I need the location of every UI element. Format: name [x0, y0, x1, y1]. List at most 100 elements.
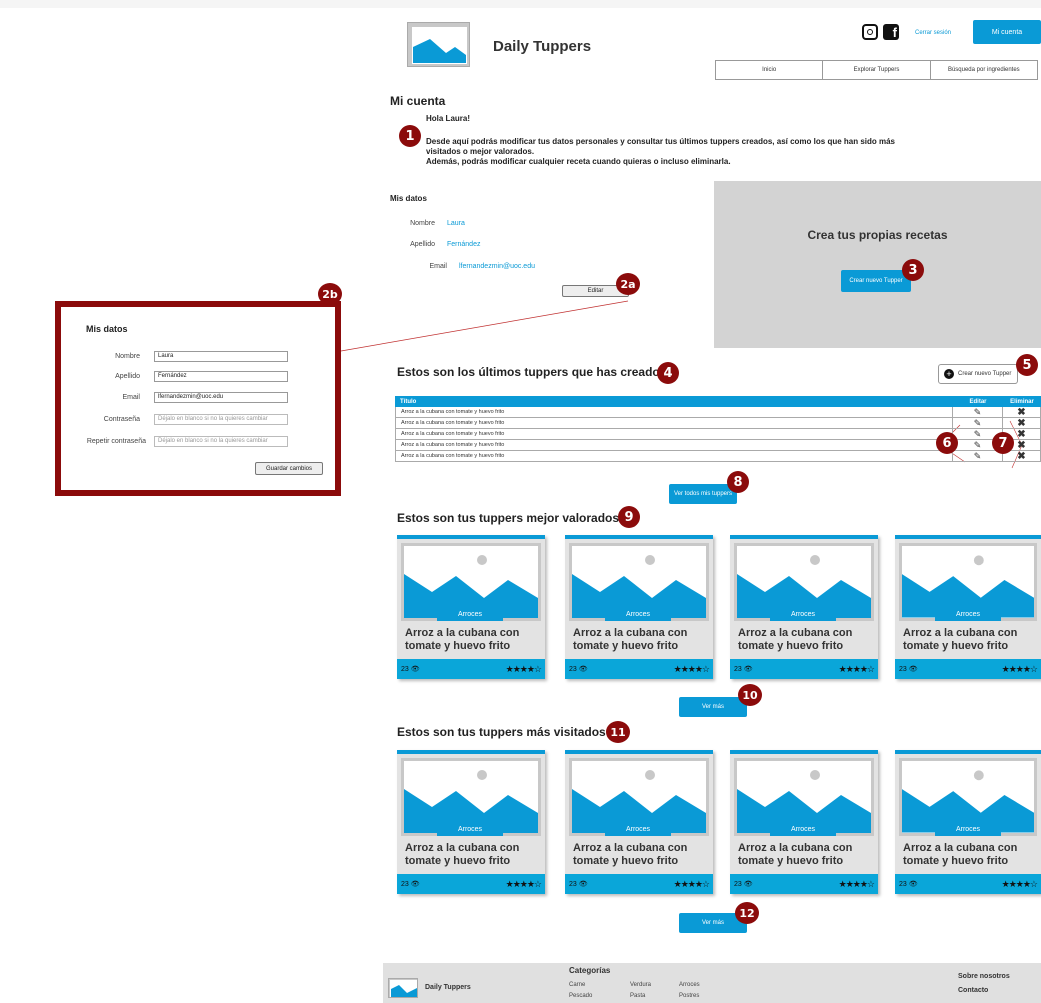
create-tupper-label: Crear nuevo Tupper [958, 371, 1012, 377]
rating-stars: ★★★★☆ [505, 663, 542, 674]
recipe-title[interactable]: Arroz a la cubana con tomate y huevo fri… [573, 627, 711, 653]
delete-icon[interactable]: ✖ [1002, 418, 1040, 429]
col-edit: Editar [969, 398, 987, 405]
footer-cat-arroces[interactable]: Arroces [679, 982, 700, 988]
rating-stars: ★★★★☆ [673, 878, 710, 889]
repeat-password-input[interactable]: Déjalo en blanco si no la quieres cambia… [154, 435, 288, 447]
card-footer: 23 👁 ★★★★☆ [895, 874, 1041, 894]
recipe-card[interactable]: Arroces Arroz a la cubana con tomate y h… [565, 535, 713, 679]
email-input[interactable]: lfernandezmin@uoc.edu [154, 391, 288, 403]
category-badge[interactable]: Arroces [770, 822, 836, 836]
footer-logo[interactable] [388, 978, 418, 998]
rating-stars: ★★★★☆ [838, 878, 875, 889]
edit-row-apellido: Apellido Fernández [61, 370, 335, 382]
recipe-card[interactable]: Arroces Arroz a la cubana con tomate y h… [895, 750, 1041, 894]
edit-row-password: Contraseña Déjalo en blanco si no la qui… [61, 413, 335, 425]
most-visited-section-title: Estos son tus tuppers más visitados [397, 725, 606, 739]
recipe-title[interactable]: Arroz a la cubana con tomate y huevo fri… [903, 627, 1041, 653]
recipe-title[interactable]: Arroz a la cubana con tomate y huevo fri… [405, 627, 543, 653]
row-title[interactable]: Arroz a la cubana con tomate y huevo fri… [396, 418, 952, 428]
edit-field-label: Apellido [115, 372, 140, 380]
category-badge[interactable]: Arroces [437, 607, 503, 621]
name-input[interactable]: Laura [154, 350, 288, 362]
edit-icon[interactable]: ✎ [952, 451, 1002, 461]
eye-icon: 👁 [410, 881, 420, 888]
edit-field-label: Repetir contraseña [86, 437, 146, 445]
card-footer: 23 👁 ★★★★☆ [397, 874, 545, 894]
edit-row-email: Email lfernandezmin@uoc.edu [61, 391, 335, 403]
eye-icon: 👁 [743, 881, 753, 888]
annotation-badge-7: 7 [992, 432, 1014, 454]
card-footer: 23 👁 ★★★★☆ [397, 659, 545, 679]
table-header: Título Editar Eliminar [395, 396, 1041, 407]
save-changes-button[interactable]: Guardar cambios [255, 462, 323, 475]
category-badge[interactable]: Arroces [605, 607, 671, 621]
recipe-title[interactable]: Arroz a la cubana con tomate y huevo fri… [903, 842, 1041, 868]
views-count: 23 👁 [734, 666, 753, 673]
row-title[interactable]: Arroz a la cubana con tomate y huevo fri… [396, 440, 952, 450]
footer-cat-postres[interactable]: Postres [679, 993, 699, 999]
col-title: Título [400, 398, 417, 405]
eye-icon: 👁 [908, 881, 918, 888]
edit-data-panel: Mis datos Nombre Laura Apellido Fernánde… [55, 301, 341, 496]
row-title[interactable]: Arroz a la cubana con tomate y huevo fri… [396, 451, 952, 461]
annotation-badge-10: 10 [738, 684, 762, 706]
edit-field-label: Email [122, 393, 140, 401]
views-count: 23 👁 [899, 666, 918, 673]
page: Daily Tuppers f Cerrar sesión Mi cuenta … [0, 8, 1041, 1003]
edit-row-nombre: Nombre Laura [61, 350, 335, 362]
category-badge[interactable]: Arroces [935, 607, 1001, 621]
edit-panel-title: Mis datos [86, 324, 128, 334]
rating-stars: ★★★★☆ [838, 663, 875, 674]
recipe-title[interactable]: Arroz a la cubana con tomate y huevo fri… [738, 842, 876, 868]
footer-cat-verdura[interactable]: Verdura [630, 982, 651, 988]
col-delete: Eliminar [1010, 398, 1034, 405]
footer-contact-link[interactable]: Contacto [958, 987, 988, 994]
password-input[interactable]: Déjalo en blanco si no la quieres cambia… [154, 413, 288, 425]
eye-icon: 👁 [578, 666, 588, 673]
surname-input[interactable]: Fernández [154, 370, 288, 382]
footer-about-link[interactable]: Sobre nosotros [958, 973, 1010, 980]
recipe-card[interactable]: Arroces Arroz a la cubana con tomate y h… [397, 750, 545, 894]
category-badge[interactable]: Arroces [935, 822, 1001, 836]
see-more-best-rated-button[interactable]: Ver más [679, 697, 747, 717]
views-count: 23 👁 [899, 881, 918, 888]
recipe-title[interactable]: Arroz a la cubana con tomate y huevo fri… [405, 842, 543, 868]
latest-section-title: Estos son los últimos tuppers que has cr… [397, 365, 660, 379]
footer-cat-carne[interactable]: Carne [569, 982, 585, 988]
footer-cat-pescado[interactable]: Pescado [569, 993, 592, 999]
annotation-badge-6: 6 [936, 432, 958, 454]
card-footer: 23 👁 ★★★★☆ [730, 659, 878, 679]
category-badge[interactable]: Arroces [605, 822, 671, 836]
recipe-card[interactable]: Arroces Arroz a la cubana con tomate y h… [895, 535, 1041, 679]
see-all-tuppers-button[interactable]: Ver todos mis tuppers [669, 484, 737, 504]
table-row: Arroz a la cubana con tomate y huevo fri… [395, 418, 1041, 429]
row-title[interactable]: Arroz a la cubana con tomate y huevo fri… [396, 429, 952, 439]
create-tupper-secondary-button[interactable]: + Crear nuevo Tupper [938, 364, 1018, 384]
recipe-card[interactable]: Arroces Arroz a la cubana con tomate y h… [730, 750, 878, 894]
delete-icon[interactable]: ✖ [1002, 407, 1040, 418]
edit-icon[interactable]: ✎ [952, 407, 1002, 417]
views-count: 23 👁 [734, 881, 753, 888]
views-count: 23 👁 [569, 666, 588, 673]
card-footer: 23 👁 ★★★★☆ [565, 874, 713, 894]
annotation-badge-4: 4 [657, 362, 679, 384]
views-count: 23 👁 [401, 666, 420, 673]
eye-icon: 👁 [410, 666, 420, 673]
annotation-badge-9: 9 [618, 506, 640, 528]
row-title[interactable]: Arroz a la cubana con tomate y huevo fri… [396, 407, 952, 417]
footer-brand[interactable]: Daily Tuppers [425, 984, 471, 991]
edit-field-label: Nombre [115, 352, 140, 360]
footer-cat-pasta[interactable]: Pasta [630, 993, 645, 999]
recipe-title[interactable]: Arroz a la cubana con tomate y huevo fri… [573, 842, 711, 868]
eye-icon: 👁 [743, 666, 753, 673]
recipe-card[interactable]: Arroces Arroz a la cubana con tomate y h… [565, 750, 713, 894]
category-badge[interactable]: Arroces [437, 822, 503, 836]
recipe-card[interactable]: Arroces Arroz a la cubana con tomate y h… [730, 535, 878, 679]
category-badge[interactable]: Arroces [770, 607, 836, 621]
recipe-card[interactable]: Arroces Arroz a la cubana con tomate y h… [397, 535, 545, 679]
eye-icon: 👁 [908, 666, 918, 673]
recipe-title[interactable]: Arroz a la cubana con tomate y huevo fri… [738, 627, 876, 653]
edit-icon[interactable]: ✎ [952, 418, 1002, 428]
plus-circle-icon: + [944, 369, 954, 379]
